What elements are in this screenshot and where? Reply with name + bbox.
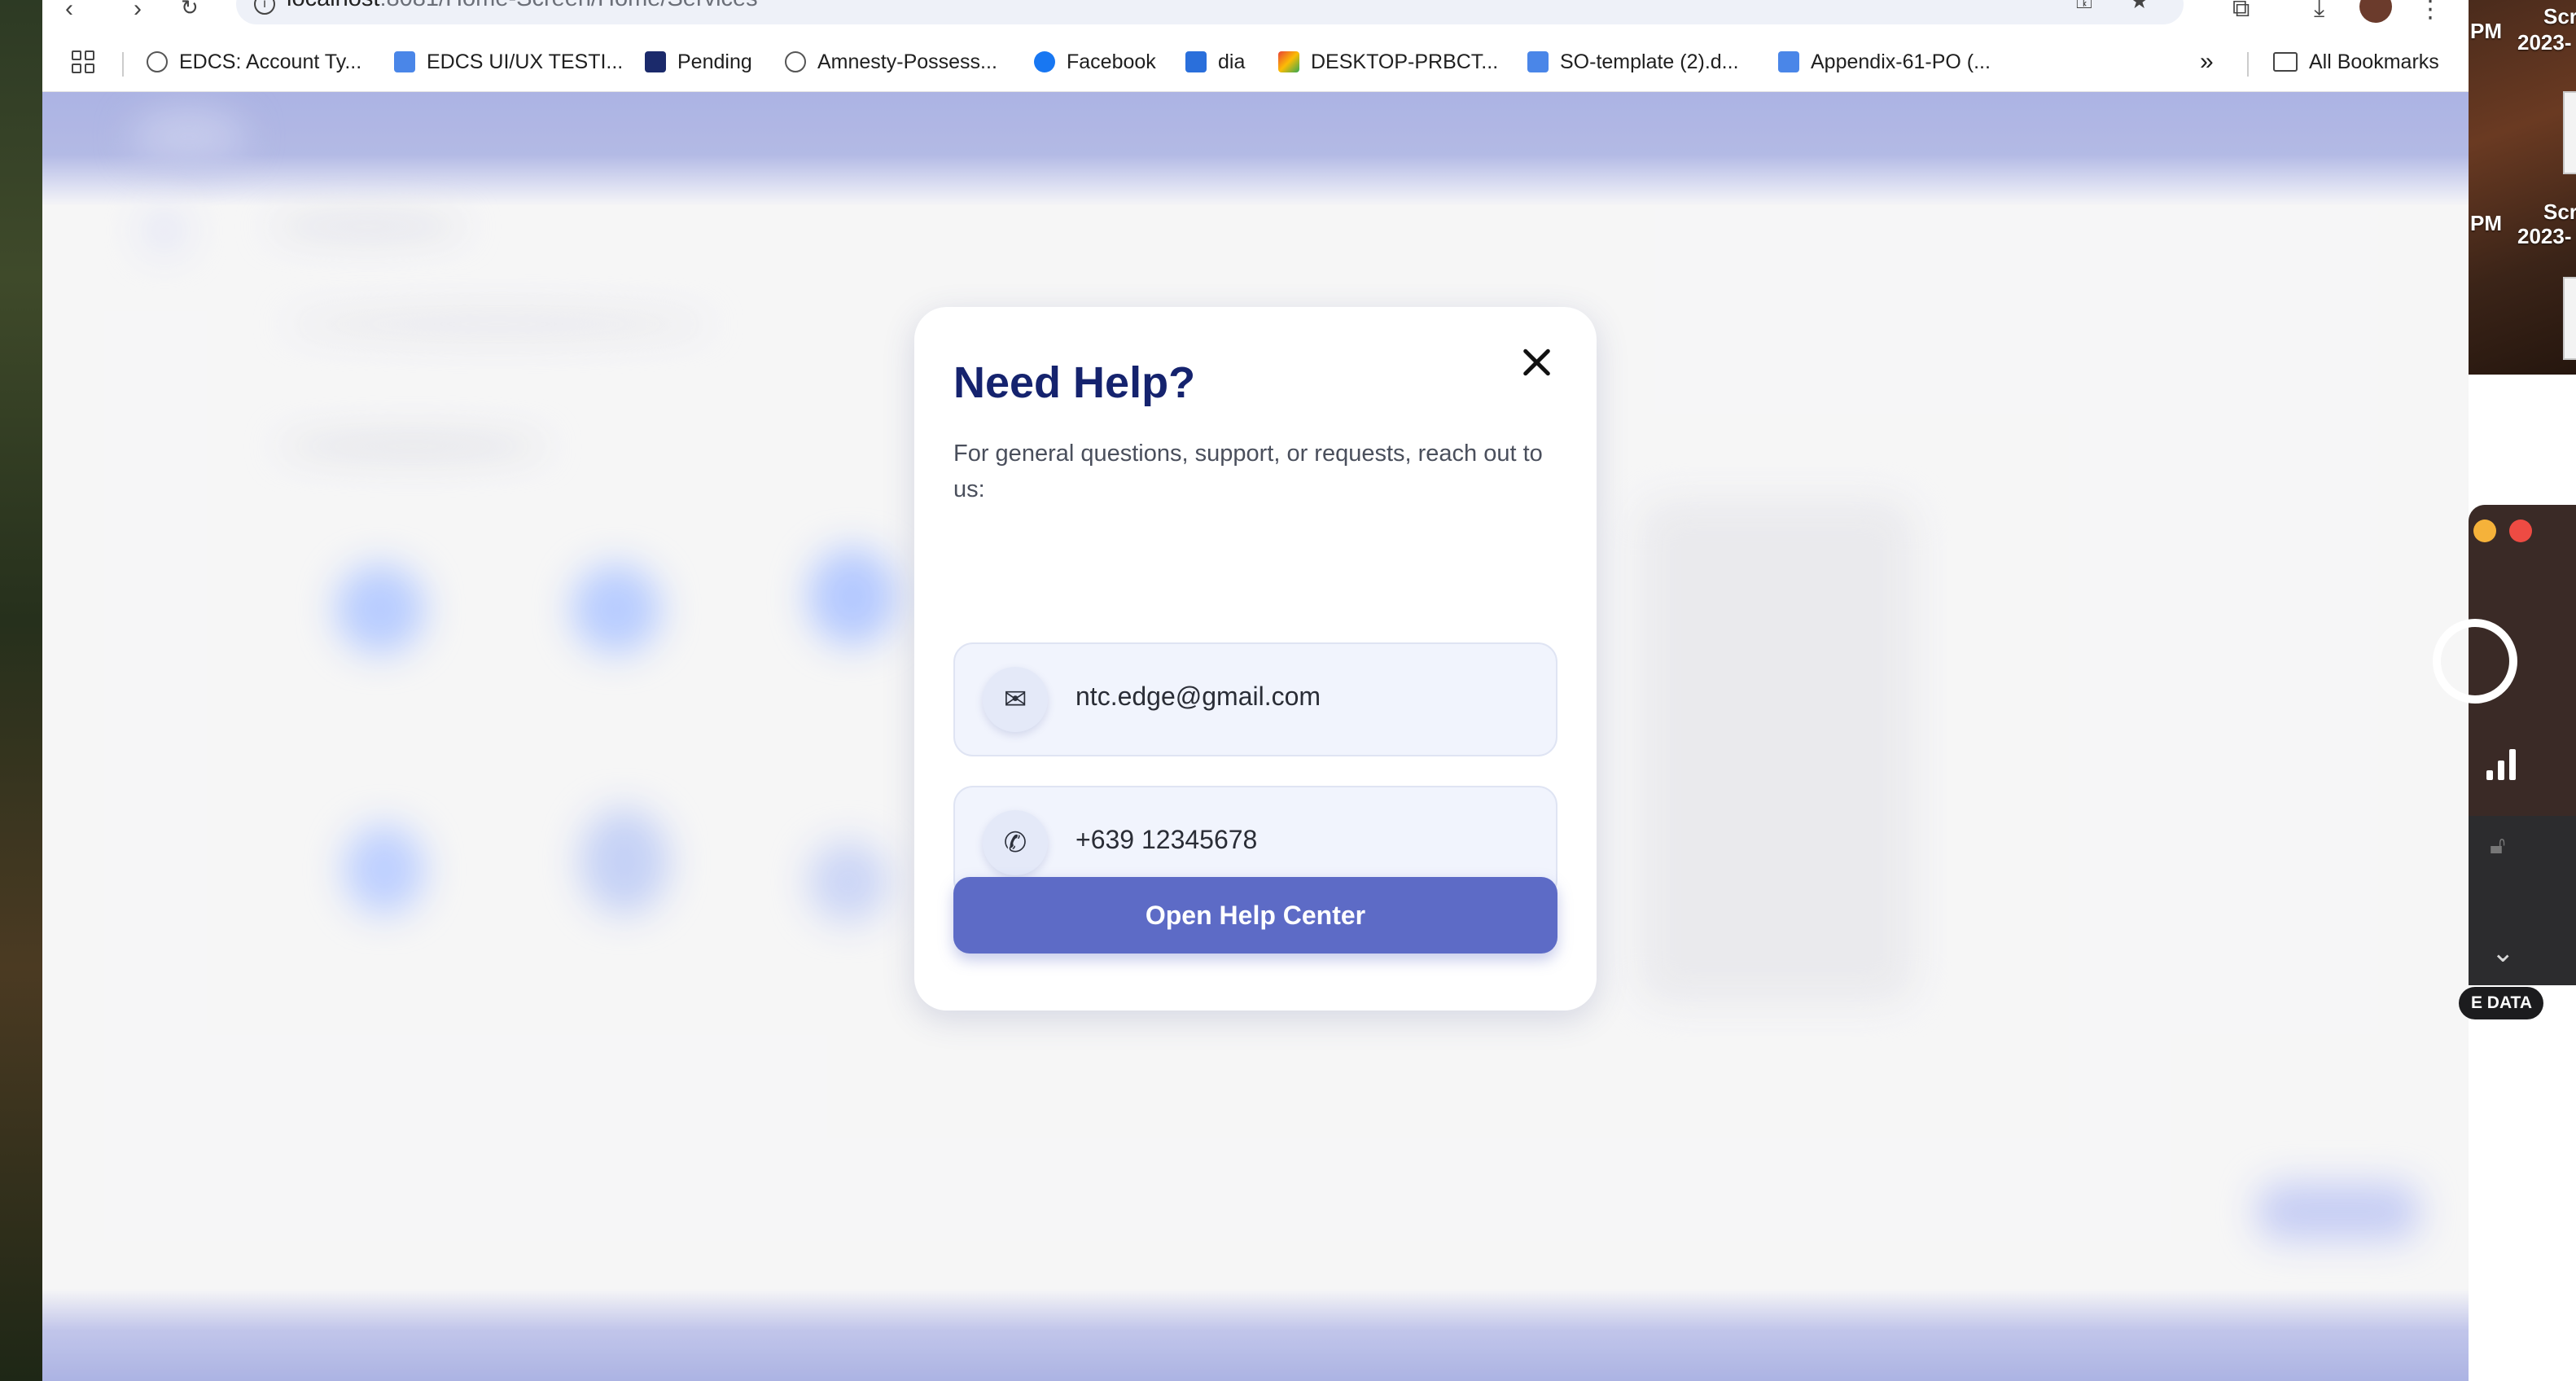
screenshot-file-thumbnail[interactable] — [2563, 277, 2576, 360]
facebook-icon — [1034, 51, 1055, 72]
signal-bars-icon — [2486, 749, 2516, 780]
close-icon[interactable] — [1517, 343, 1556, 382]
forward-icon[interactable]: › — [134, 0, 142, 23]
globe-icon — [147, 51, 168, 72]
doc-icon — [1527, 51, 1549, 72]
desktop-label: 2023- — [2517, 30, 2572, 55]
bookmark-item[interactable]: SO-template (2).d... — [1527, 44, 1739, 80]
download-icon[interactable]: ⤓ — [2314, 0, 2324, 23]
bookmark-item[interactable]: Pending — [645, 44, 752, 80]
close-window-icon[interactable] — [2509, 520, 2532, 542]
more-bookmarks-button[interactable]: » — [2200, 44, 2214, 80]
bookmark-label: Amnesty-Possess... — [817, 50, 997, 73]
desktop-wallpaper-left — [0, 0, 42, 1381]
back-icon[interactable]: ‹ — [65, 0, 73, 23]
email-contact-card[interactable]: ✉ ntc.edge@gmail.com — [953, 642, 1557, 756]
email-address: ntc.edge@gmail.com — [1076, 682, 1321, 711]
bookmark-item[interactable]: Facebook — [1034, 44, 1156, 80]
desktop-label: PM — [2470, 19, 2502, 43]
bookmark-item[interactable]: EDCS UI/UX TESTI... — [394, 44, 623, 80]
url-path: :8081/Home-Screen/Home/Services — [379, 0, 757, 11]
browser-window: ‹ › ↻ i localhost:8081/Home-Screen/Home/… — [42, 0, 2469, 1381]
widget-controls: 🔓︎ ⌄ — [2469, 816, 2576, 985]
ring-icon — [2433, 619, 2517, 704]
all-bookmarks-label: All Bookmarks — [2309, 50, 2439, 73]
bookmark-item[interactable]: DESKTOP-PRBCT... — [1278, 44, 1498, 80]
floating-widget: 🔓︎ ⌄ — [2433, 505, 2576, 985]
more-menu-icon[interactable]: ⋮ — [2418, 0, 2442, 24]
envelope-icon: ✉ — [983, 667, 1048, 732]
desktop-label: Scr — [2543, 199, 2576, 224]
dia-icon — [1185, 51, 1207, 72]
globe-icon — [785, 51, 806, 72]
chevron-down-icon[interactable]: ⌄ — [2491, 936, 2515, 969]
bookmark-item[interactable]: dia — [1185, 44, 1245, 80]
lock-icon[interactable]: 🔓︎ — [2490, 832, 2505, 860]
extensions-icon[interactable]: ⧉ — [2232, 0, 2250, 23]
phone-icon: ✆ — [983, 810, 1048, 875]
bookmark-label: SO-template (2).d... — [1560, 50, 1739, 73]
bookmark-item[interactable]: Appendix-61-PO (... — [1778, 44, 1991, 80]
modal-title: Need Help? — [953, 358, 1196, 407]
password-key-icon[interactable]: ⚿ — [2076, 0, 2092, 15]
bookmark-label: EDCS: Account Ty... — [179, 50, 362, 73]
bookmark-label: dia — [1218, 50, 1246, 73]
screenshot-file-thumbnail[interactable] — [2563, 91, 2576, 174]
minimize-icon[interactable] — [2473, 520, 2496, 542]
modal-description: For general questions, support, or reque… — [953, 441, 1543, 502]
doc-icon — [1778, 51, 1799, 72]
bookmarks-bar: EDCS: Account Ty... EDCS UI/UX TESTI... … — [42, 33, 2469, 92]
desktop-label: PM — [2470, 211, 2502, 235]
help-modal: Need Help? For general questions, suppor… — [914, 307, 1597, 1011]
open-help-center-button[interactable]: Open Help Center — [953, 877, 1557, 954]
bookmarks-divider — [122, 52, 124, 77]
phone-number: +639 12345678 — [1076, 825, 1258, 854]
bookmarks-divider — [2247, 52, 2249, 77]
browser-toolbar: ‹ › ↻ i localhost:8081/Home-Screen/Home/… — [42, 0, 2469, 33]
data-badge[interactable]: E DATA — [2459, 987, 2543, 1019]
apps-icon[interactable] — [72, 44, 94, 80]
gmail-icon — [1278, 51, 1299, 72]
reload-icon[interactable]: ↻ — [181, 0, 199, 20]
folder-icon — [2273, 52, 2298, 72]
site-info-icon[interactable]: i — [254, 0, 275, 15]
bookmark-label: Appendix-61-PO (... — [1811, 50, 1991, 73]
bookmark-label: Pending — [677, 50, 752, 73]
desktop-label: Scr — [2543, 4, 2576, 28]
address-bar[interactable]: i localhost:8081/Home-Screen/Home/Servic… — [236, 0, 2184, 24]
desktop-wallpaper-right: PM Scr 2023- PM Scr 2023- — [2467, 0, 2576, 375]
doc-icon — [394, 51, 415, 72]
profile-avatar[interactable] — [2359, 0, 2392, 23]
bookmark-label: EDCS UI/UX TESTI... — [427, 50, 624, 73]
bookmark-item[interactable]: Amnesty-Possess... — [785, 44, 997, 80]
bookmark-star-icon[interactable]: ★ — [2130, 0, 2149, 14]
url-text: localhost:8081/Home-Screen/Home/Services — [287, 0, 758, 12]
bookmark-label: Facebook — [1067, 50, 1156, 73]
all-bookmarks-button[interactable]: All Bookmarks — [2273, 44, 2439, 80]
app-icon — [645, 51, 666, 72]
url-host: localhost — [287, 0, 379, 11]
desktop-label: 2023- — [2517, 224, 2572, 248]
bookmark-label: DESKTOP-PRBCT... — [1311, 50, 1499, 73]
bookmark-item[interactable]: EDCS: Account Ty... — [147, 44, 361, 80]
